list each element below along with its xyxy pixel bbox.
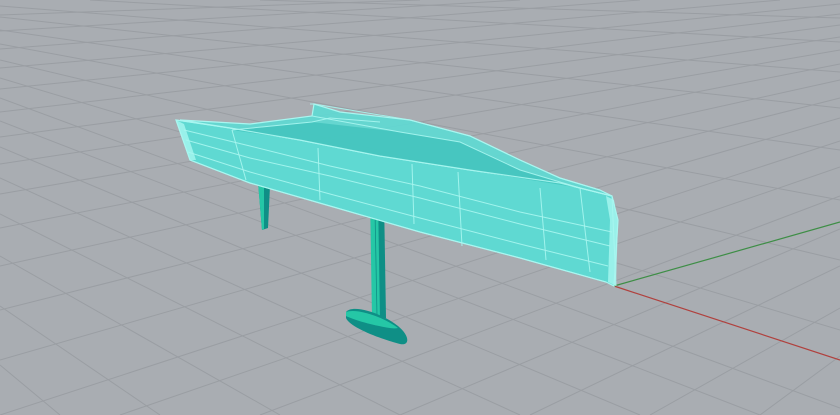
- viewport-canvas[interactable]: [0, 0, 840, 415]
- 3d-viewport[interactable]: [0, 0, 840, 415]
